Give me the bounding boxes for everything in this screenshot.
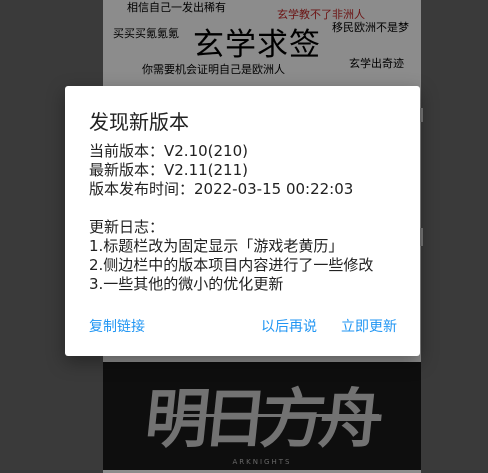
current-version: 当前版本：V2.10(210) <box>89 142 248 160</box>
changelog-item: 1.标题栏改为固定显示「游戏老黄历」 <box>89 237 344 255</box>
dialog-actions: 复制链接 以后再说 立即更新 <box>65 316 420 340</box>
copy-link-button[interactable]: 复制链接 <box>89 316 145 336</box>
update-dialog: 发现新版本 当前版本：V2.10(210) 最新版本：V2.11(211) 版本… <box>65 86 420 356</box>
dialog-body: 当前版本：V2.10(210) 最新版本：V2.11(211) 版本发布时间：2… <box>89 142 409 294</box>
later-button[interactable]: 以后再说 <box>261 316 317 336</box>
update-now-button[interactable]: 立即更新 <box>341 316 397 336</box>
latest-version: 最新版本：V2.11(211) <box>89 161 248 179</box>
dialog-title: 发现新版本 <box>89 110 189 134</box>
release-time: 版本发布时间：2022-03-15 00:22:03 <box>89 180 354 198</box>
changelog-item: 3.一些其他的微小的优化更新 <box>89 275 284 293</box>
changelog-title: 更新日志： <box>89 218 165 236</box>
changelog-item: 2.侧边栏中的版本项目内容进行了一些修改 <box>89 256 374 274</box>
